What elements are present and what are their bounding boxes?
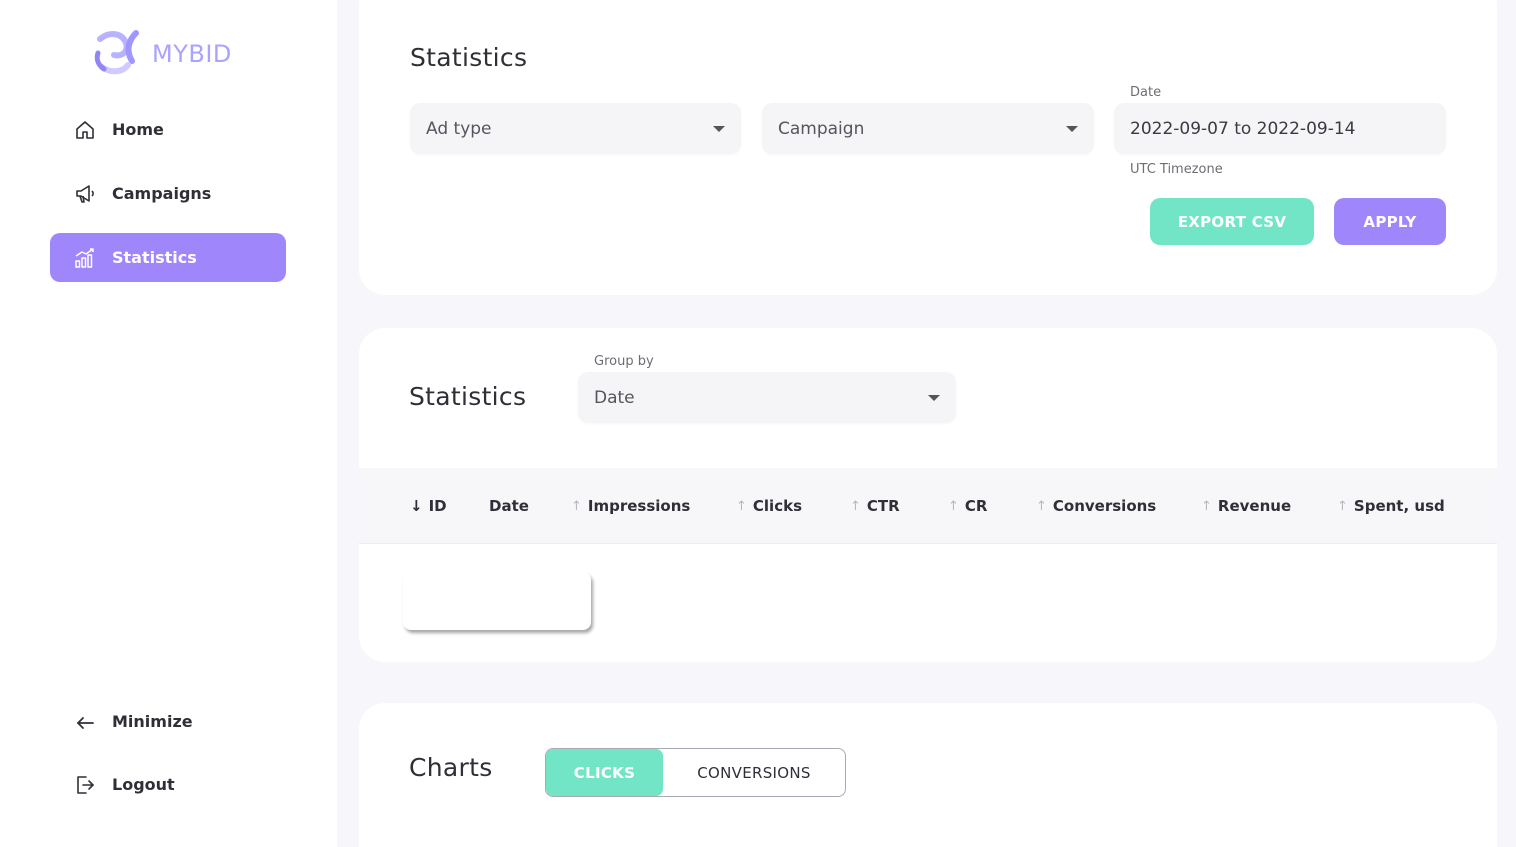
column-header-spent[interactable]: ↑ Spent, usd <box>1337 468 1445 544</box>
column-header-clicks[interactable]: ↑ Clicks <box>736 468 802 544</box>
sidebar-item-campaigns[interactable]: Campaigns <box>50 169 286 218</box>
logout-icon <box>74 774 96 796</box>
brand-name: MYBID <box>152 40 232 68</box>
logout-label: Logout <box>112 775 175 794</box>
charts-card: Charts CLICKS CONVERSIONS <box>359 703 1497 847</box>
sort-up-icon: ↑ <box>850 498 861 514</box>
filters-card: Statistics Ad type Campaign Date 2022-09… <box>359 0 1497 295</box>
column-header-cr[interactable]: ↑ CR <box>948 468 987 544</box>
date-range-input[interactable]: 2022-09-07 to 2022-09-14 <box>1114 103 1446 154</box>
table-title: Statistics <box>409 382 527 411</box>
logout-button[interactable]: Logout <box>50 760 286 809</box>
caret-down-icon <box>713 125 725 132</box>
chart-metric-toggle: CLICKS CONVERSIONS <box>545 748 846 797</box>
megaphone-icon <box>74 183 96 205</box>
sidebar-item-label: Home <box>112 120 164 139</box>
caret-down-icon <box>1066 125 1078 132</box>
sort-up-icon: ↑ <box>1337 498 1348 514</box>
sidebar-item-home[interactable]: Home <box>50 105 286 154</box>
group-by-label: Group by <box>594 354 654 369</box>
date-label: Date <box>1130 85 1162 100</box>
column-header-impressions[interactable]: ↑ Impressions <box>571 468 690 544</box>
sidebar-item-label: Campaigns <box>112 184 212 203</box>
column-header-id[interactable]: ↓ ID <box>410 468 447 544</box>
sidebar: MYBID Home Campaigns Statistics Minimize… <box>0 0 337 847</box>
date-range-value: 2022-09-07 to 2022-09-14 <box>1130 118 1356 139</box>
ad-type-select[interactable]: Ad type <box>410 103 741 154</box>
column-header-ctr[interactable]: ↑ CTR <box>850 468 900 544</box>
table-header: ↓ ID Date ↑ Impressions ↑ Clicks ↑ CTR ↑… <box>359 468 1497 544</box>
group-by-select[interactable]: Date <box>578 372 956 423</box>
sort-up-icon: ↑ <box>1201 498 1212 514</box>
sort-up-icon: ↑ <box>736 498 747 514</box>
sidebar-item-statistics[interactable]: Statistics <box>50 233 286 282</box>
apply-button[interactable]: APPLY <box>1334 198 1446 245</box>
brand-logo[interactable]: MYBID <box>92 27 232 81</box>
campaign-select[interactable]: Campaign <box>762 103 1094 154</box>
timezone-label: UTC Timezone <box>1130 162 1223 177</box>
group-by-value: Date <box>594 387 635 408</box>
sort-up-icon: ↑ <box>1036 498 1047 514</box>
export-csv-button[interactable]: EXPORT CSV <box>1150 198 1314 245</box>
campaign-placeholder: Campaign <box>778 118 865 139</box>
column-header-revenue[interactable]: ↑ Revenue <box>1201 468 1291 544</box>
statistics-table-card: Statistics Group by Date ↓ ID Date ↑ Imp… <box>359 328 1497 662</box>
empty-state-box <box>403 572 591 630</box>
page-title: Statistics <box>410 43 528 72</box>
minimize-label: Minimize <box>112 712 193 731</box>
chart-icon <box>74 247 96 269</box>
home-icon <box>74 119 96 141</box>
caret-down-icon <box>928 394 940 401</box>
column-header-date[interactable]: Date <box>489 468 529 544</box>
column-header-conversions[interactable]: ↑ Conversions <box>1036 468 1156 544</box>
charts-title: Charts <box>409 753 493 782</box>
sort-down-icon: ↓ <box>410 497 423 515</box>
toggle-clicks[interactable]: CLICKS <box>546 749 663 796</box>
toggle-conversions[interactable]: CONVERSIONS <box>663 749 845 796</box>
sidebar-item-label: Statistics <box>112 248 197 267</box>
sort-up-icon: ↑ <box>948 498 959 514</box>
brand-logo-icon <box>92 27 144 81</box>
arrow-left-icon <box>74 711 96 733</box>
ad-type-placeholder: Ad type <box>426 118 492 139</box>
minimize-button[interactable]: Minimize <box>50 697 286 746</box>
sort-up-icon: ↑ <box>571 498 582 514</box>
